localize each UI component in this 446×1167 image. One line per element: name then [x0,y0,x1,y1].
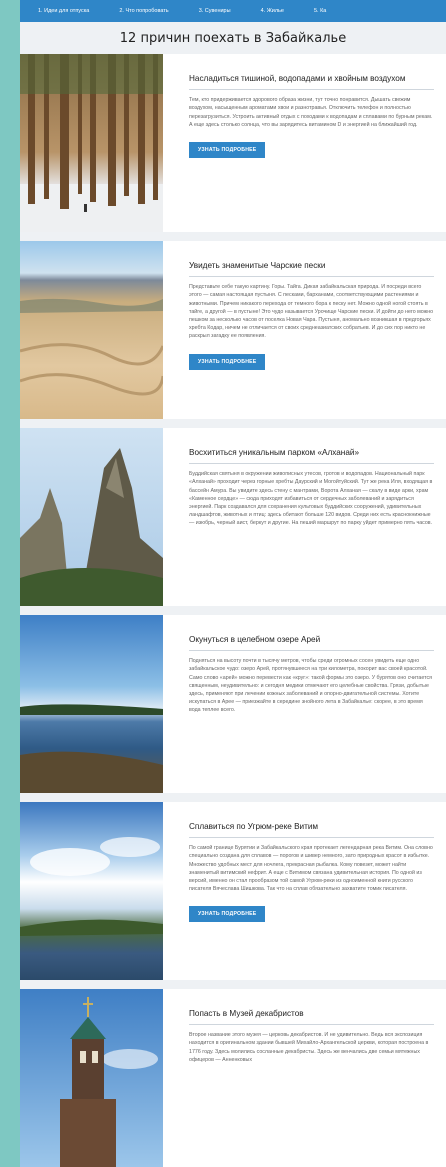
card-content: Увидеть знаменитые Чарские пески Предста… [163,241,446,419]
page-title: 12 причин поехать в Забайкалье [119,31,347,46]
card-text: Тем, кто придерживается здорового образа… [189,97,433,128]
river-photo [20,802,163,980]
top-navigation: 1. Идеи для отпуска 2. Что попробовать 3… [20,0,446,22]
card-content: Попасть в Музей декабристов Второе назва… [163,989,446,1167]
card-title: Восхититься уникальным парком «Алханай» [189,448,434,465]
cliffs-photo [20,428,163,606]
forest-photo [20,54,163,232]
lake-photo [20,615,163,793]
card-title: Увидеть знаменитые Чарские пески [189,261,434,278]
card-content: Сплавиться по Угрюм-реке Витим По самой … [163,802,446,980]
nav-item-what-to-try[interactable]: 2. Что попробовать [119,8,168,14]
museum-photo [20,989,163,1167]
lake-image [20,704,163,793]
page: 1. Идеи для отпуска 2. Что попробовать 3… [20,0,446,1167]
reason-card: Сплавиться по Угрюм-реке Витим По самой … [20,802,446,980]
sands-photo [20,241,163,419]
card-text: По самой границе Бурятии и Забайкальског… [189,845,433,893]
card-title: Сплавиться по Угрюм-реке Витим [189,822,434,839]
card-text: Буддийская святыня в окружении живописны… [189,471,433,527]
learn-more-button[interactable]: УЗНАТЬ ПОДРОБНЕЕ [189,142,266,159]
card-title: Окунуться в целебном озере Арей [189,635,434,652]
reason-card: Окунуться в целебном озере Арей Поднятьс… [20,615,446,793]
card-content: Восхититься уникальным парком «Алханай» … [163,428,446,606]
card-text: Представьте себе такую картину. Горы. Та… [189,284,434,340]
reason-card: Увидеть знаменитые Чарские пески Предста… [20,241,446,419]
card-content: Насладиться тишиной, водопадами и хвойны… [163,54,446,232]
card-content: Окунуться в целебном озере Арей Поднятьс… [163,615,446,793]
card-title: Насладиться тишиной, водопадами и хвойны… [189,74,434,91]
river-image [20,837,163,936]
card-text: Второе название этого музея — церковь де… [189,1032,429,1063]
learn-more-button[interactable]: УЗНАТЬ ПОДРОБНЕЕ [189,353,266,370]
card-text: Подняться на высоту почти в тысячу метро… [189,658,432,714]
nav-item-5[interactable]: 5. Ка [314,8,326,14]
nav-item-vacation-ideas[interactable]: 1. Идеи для отпуска [38,8,89,14]
nav-item-souvenirs[interactable]: 3. Сувениры [199,8,231,14]
cliffs-image [20,448,163,606]
church-image [60,997,158,1167]
reason-card: Восхититься уникальным парком «Алханай» … [20,428,446,606]
nav-item-housing[interactable]: 4. Жилье [261,8,284,14]
reason-card: Попасть в Музей декабристов Второе назва… [20,989,446,1167]
reason-card: Насладиться тишиной, водопадами и хвойны… [20,54,446,232]
forest-image [20,54,163,232]
learn-more-button[interactable]: УЗНАТЬ ПОДРОБНЕЕ [189,906,266,923]
desert-image [20,298,163,396]
card-title: Попасть в Музей декабристов [189,1009,434,1026]
